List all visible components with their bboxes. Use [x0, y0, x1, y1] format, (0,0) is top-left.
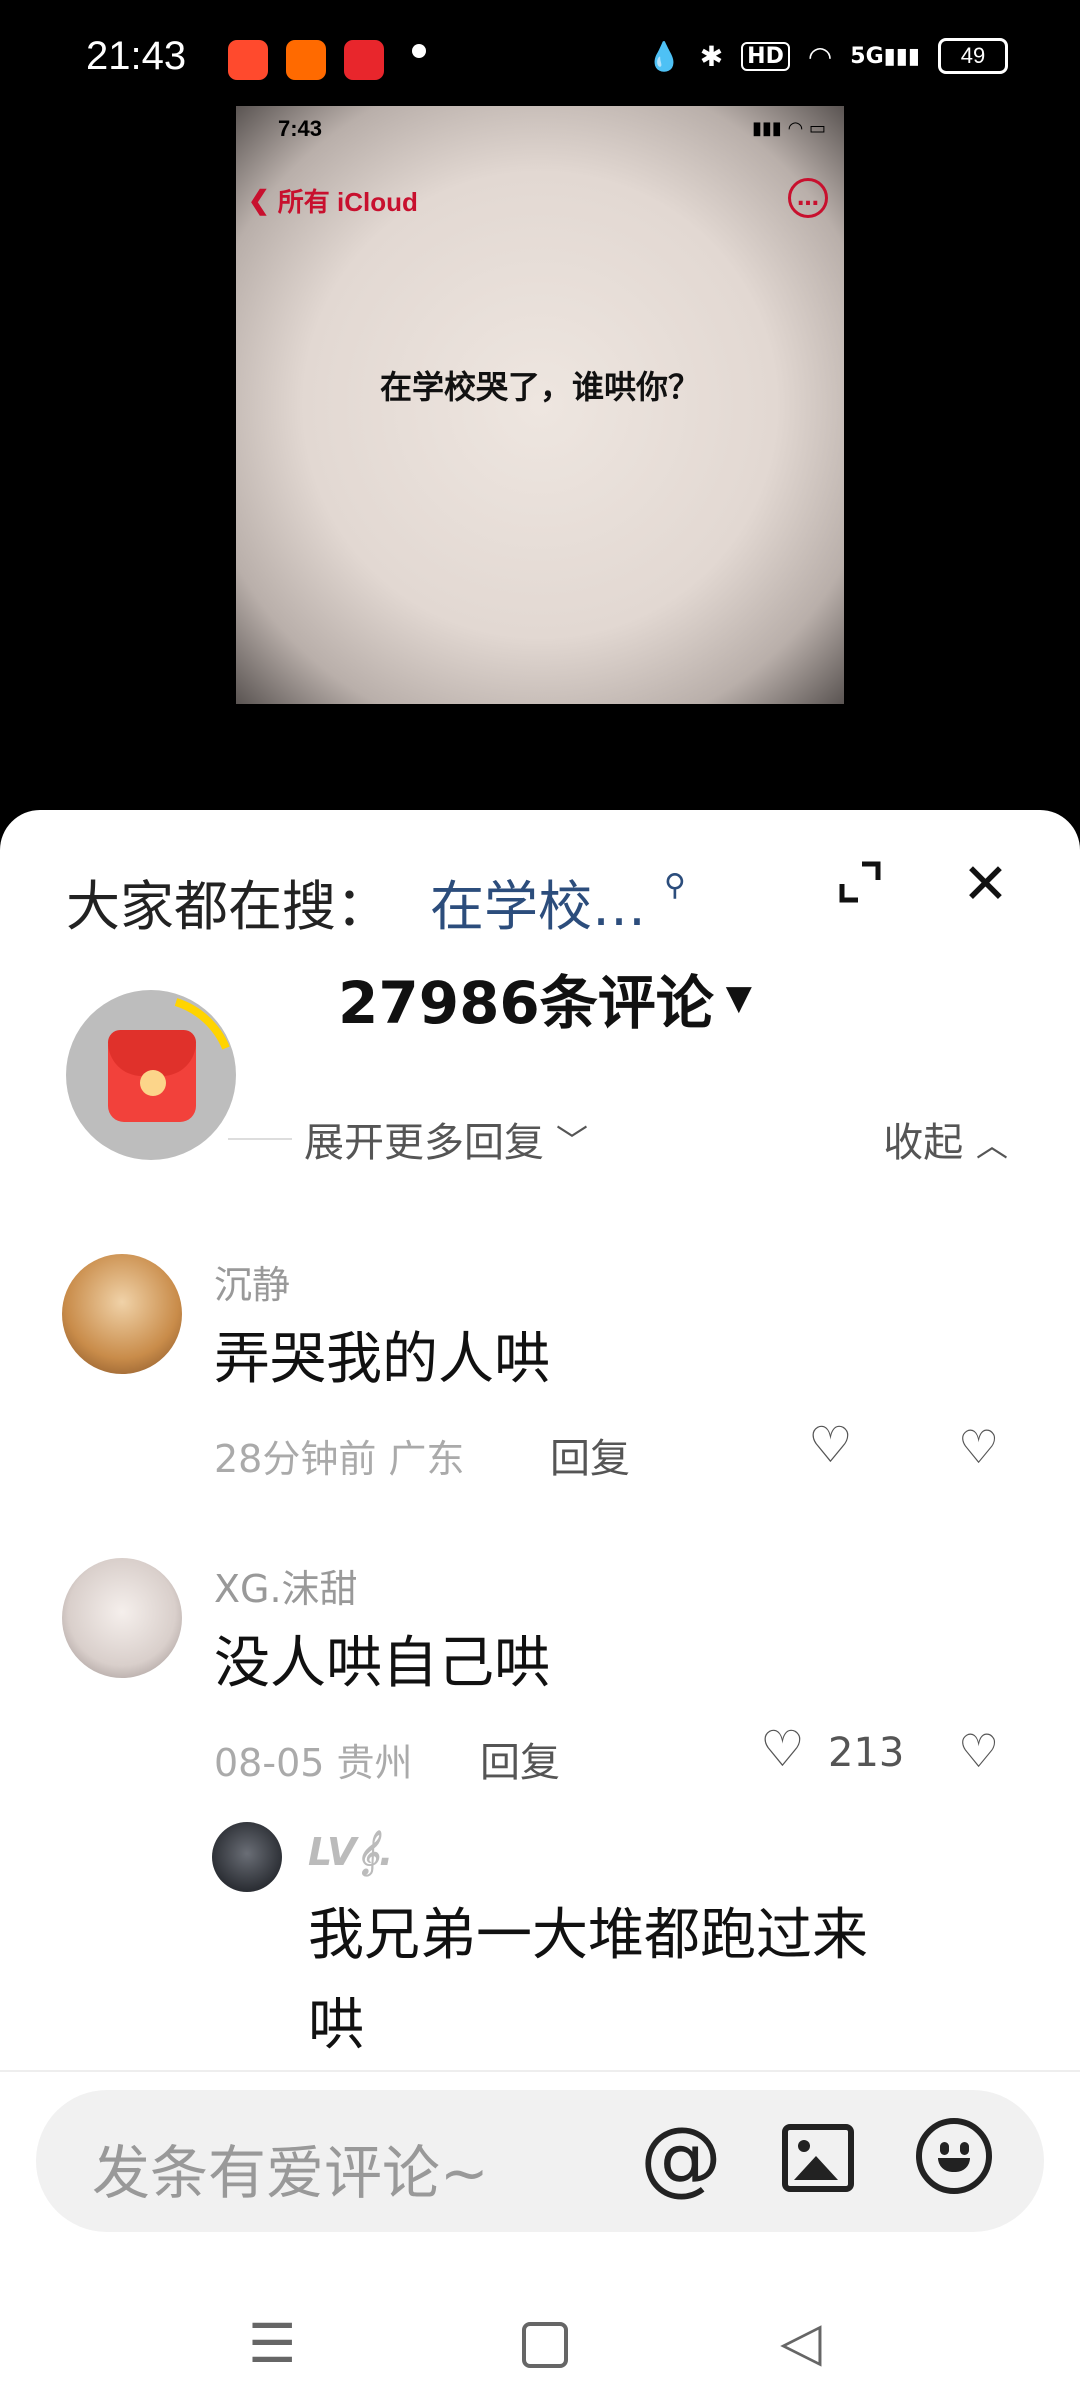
comment-meta: 08-05 贵州 — [214, 1741, 413, 1785]
comment-meta: 28分钟前 广东 — [214, 1437, 465, 1481]
inner-phone-time: 7:43 — [278, 116, 323, 141]
avatar[interactable] — [62, 1254, 182, 1374]
emoji-mouth — [938, 2158, 970, 2172]
collapse-label: 收起 — [883, 1120, 964, 1166]
image-icon-mountain — [794, 2156, 838, 2180]
status-icons: 💧 ✱ HD ◠ 5G▮▮▮ 49 — [647, 38, 1008, 74]
signal-icon: 5G▮▮▮ — [850, 43, 920, 69]
like-count: 213 — [828, 1730, 905, 1776]
inner-status-icons: ▮▮▮ ◠ ▭ — [752, 118, 826, 139]
comment-username[interactable]: XG.沫甜 — [214, 1558, 358, 1613]
avatar[interactable] — [62, 1558, 182, 1678]
menu-icon[interactable]: ☰ — [248, 2312, 296, 2375]
video-frame[interactable]: 7:43 ▮▮▮ ◠ ▭ ❮ 所有 iCloud … 在学校哭了，谁哄你？ — [236, 106, 844, 704]
close-icon[interactable]: ✕ — [962, 852, 1009, 917]
emoji-icon[interactable] — [916, 2118, 992, 2194]
home-icon[interactable] — [522, 2322, 568, 2368]
at-mention-icon[interactable]: @ — [640, 2110, 722, 2205]
chevron-left-icon: ❮ — [248, 185, 270, 215]
chevron-up-icon: ︿ — [975, 1126, 1008, 1164]
hd-icon: HD — [741, 41, 790, 71]
pinduoduo-app-icon — [344, 40, 384, 80]
note-text: 在学校哭了，谁哄你？ — [379, 368, 700, 406]
drop-icon: 💧 — [646, 39, 682, 73]
heart-icon[interactable]: ♡ — [808, 1416, 853, 1474]
reply-text-line2: 哄 — [308, 1993, 364, 2058]
reply-text-line1: 我兄弟一大堆都跑过来 — [308, 1903, 868, 1968]
expand-more-replies[interactable]: 展开更多回复 ﹀ — [228, 1110, 588, 1168]
notification-dot-icon — [412, 44, 426, 58]
search-icon: ⚲ — [664, 868, 686, 903]
emoji-eye — [940, 2142, 949, 2155]
broken-heart-icon[interactable]: ♡ — [958, 1724, 999, 1778]
divider-line — [228, 1138, 292, 1140]
icloud-back-label: 所有 iCloud — [277, 187, 418, 217]
input-divider — [0, 2070, 1080, 2072]
search-prefix: 大家都在搜： — [66, 875, 390, 938]
comment-username[interactable]: 沉静 — [214, 1254, 290, 1309]
video-app-icon — [228, 40, 268, 80]
avatar[interactable] — [212, 1822, 282, 1892]
system-nav-bar: ☰ ◁ — [0, 2290, 1080, 2400]
reply-button[interactable]: 回复 — [550, 1426, 630, 1484]
comment-input[interactable]: 发条有爱评论~ @ — [36, 2090, 1044, 2232]
status-bar: 21:43 💧 ✱ HD ◠ 5G▮▮▮ 49 — [0, 0, 1080, 120]
expand-icon[interactable] — [838, 860, 882, 904]
image-icon[interactable] — [782, 2124, 854, 2192]
chevron-down-icon: ﹀ — [556, 1122, 589, 1160]
image-icon-sun — [798, 2140, 810, 2152]
battery-icon: 49 — [938, 38, 1008, 74]
back-icon[interactable]: ◁ — [780, 2310, 822, 2373]
caret-down-icon: ▼ — [725, 978, 752, 1018]
emoji-eye — [960, 2142, 969, 2155]
wifi-icon: ◠ — [807, 39, 833, 73]
progress-ring — [174, 998, 230, 1050]
comment-count-sort[interactable]: 27986条评论 ▼ — [338, 956, 752, 1040]
more-icon: … — [788, 178, 828, 218]
comment-input-placeholder: 发条有爱评论~ — [92, 2139, 489, 2207]
icloud-back-link: ❮ 所有 iCloud — [248, 182, 418, 219]
bluetooth-icon: ✱ — [699, 39, 724, 73]
expand-more-label: 展开更多回复 — [304, 1120, 544, 1166]
search-suggestion-link[interactable]: 在学校… — [430, 862, 646, 941]
comment-text: 弄哭我的人哄 — [214, 1327, 550, 1392]
reply-username[interactable]: LV𝄞. — [308, 1830, 393, 1875]
heart-icon[interactable]: ♡ — [760, 1720, 805, 1778]
comment-text: 没人哄自己哄 — [214, 1631, 550, 1696]
reply-button[interactable]: 回复 — [480, 1730, 560, 1788]
comment-count: 27986条评论 — [338, 969, 714, 1037]
shopping-app-icon — [286, 40, 326, 80]
status-time: 21:43 — [86, 34, 187, 78]
broken-heart-icon[interactable]: ♡ — [958, 1420, 999, 1474]
red-packet-button[interactable] — [66, 990, 236, 1160]
collapse-replies[interactable]: 收起 ︿ — [883, 1110, 1008, 1168]
